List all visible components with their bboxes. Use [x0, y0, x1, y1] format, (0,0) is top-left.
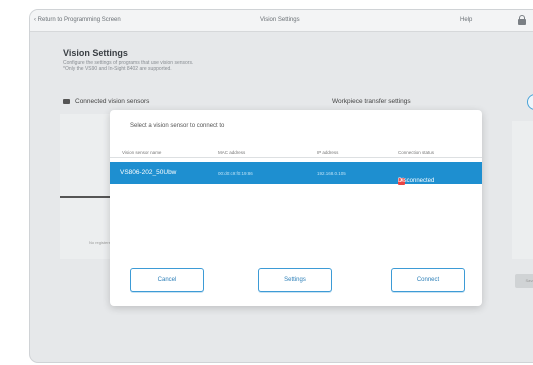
select-sensor-dialog: Select a vision sensor to connect to Vis… [110, 110, 482, 306]
help-button[interactable]: Help [460, 17, 472, 23]
screen-title: Vision Settings [260, 17, 300, 23]
table-row[interactable]: VS806-202_50Ubw 00:d0:c9:f0:19:86 192.16… [110, 162, 482, 185]
mac-address: 00:d0:c9:f0:19:86 [218, 171, 253, 176]
top-bar: ‹ Return to Programming Screen Vision Se… [30, 10, 533, 32]
add-icon[interactable] [527, 94, 533, 110]
cancel-button[interactable]: Cancel [130, 268, 204, 292]
ip-address: 192.168.0.105 [317, 171, 346, 176]
camera-icon [63, 99, 70, 104]
column-header: MAC address [218, 150, 246, 155]
column-header: Vision sensor name [122, 150, 162, 155]
lock-icon[interactable] [518, 15, 526, 25]
column-header: IP address [317, 150, 339, 155]
sensor-name: VS806-202_50Ubw [120, 169, 177, 176]
save-button[interactable]: Save [515, 274, 533, 288]
page-title: Vision Settings [63, 48, 128, 58]
column-header: Connection status [398, 150, 435, 155]
divider [60, 196, 110, 198]
workpiece-transfer-heading: Workpiece transfer settings [332, 98, 411, 105]
dialog-title: Select a vision sensor to connect to [130, 123, 225, 129]
page-description: Configure the settings of programs that … [63, 60, 194, 72]
table-header: Vision sensor name MAC address IP addres… [110, 146, 482, 158]
back-button-label: Return to Programming Screen [37, 17, 121, 23]
back-button[interactable]: ‹ Return to Programming Screen [34, 17, 121, 23]
connect-button[interactable]: Connect [391, 268, 465, 292]
transfer-settings-panel [512, 121, 533, 259]
settings-button[interactable]: Settings [258, 268, 332, 292]
connected-sensors-heading: Connected vision sensors [63, 98, 149, 105]
